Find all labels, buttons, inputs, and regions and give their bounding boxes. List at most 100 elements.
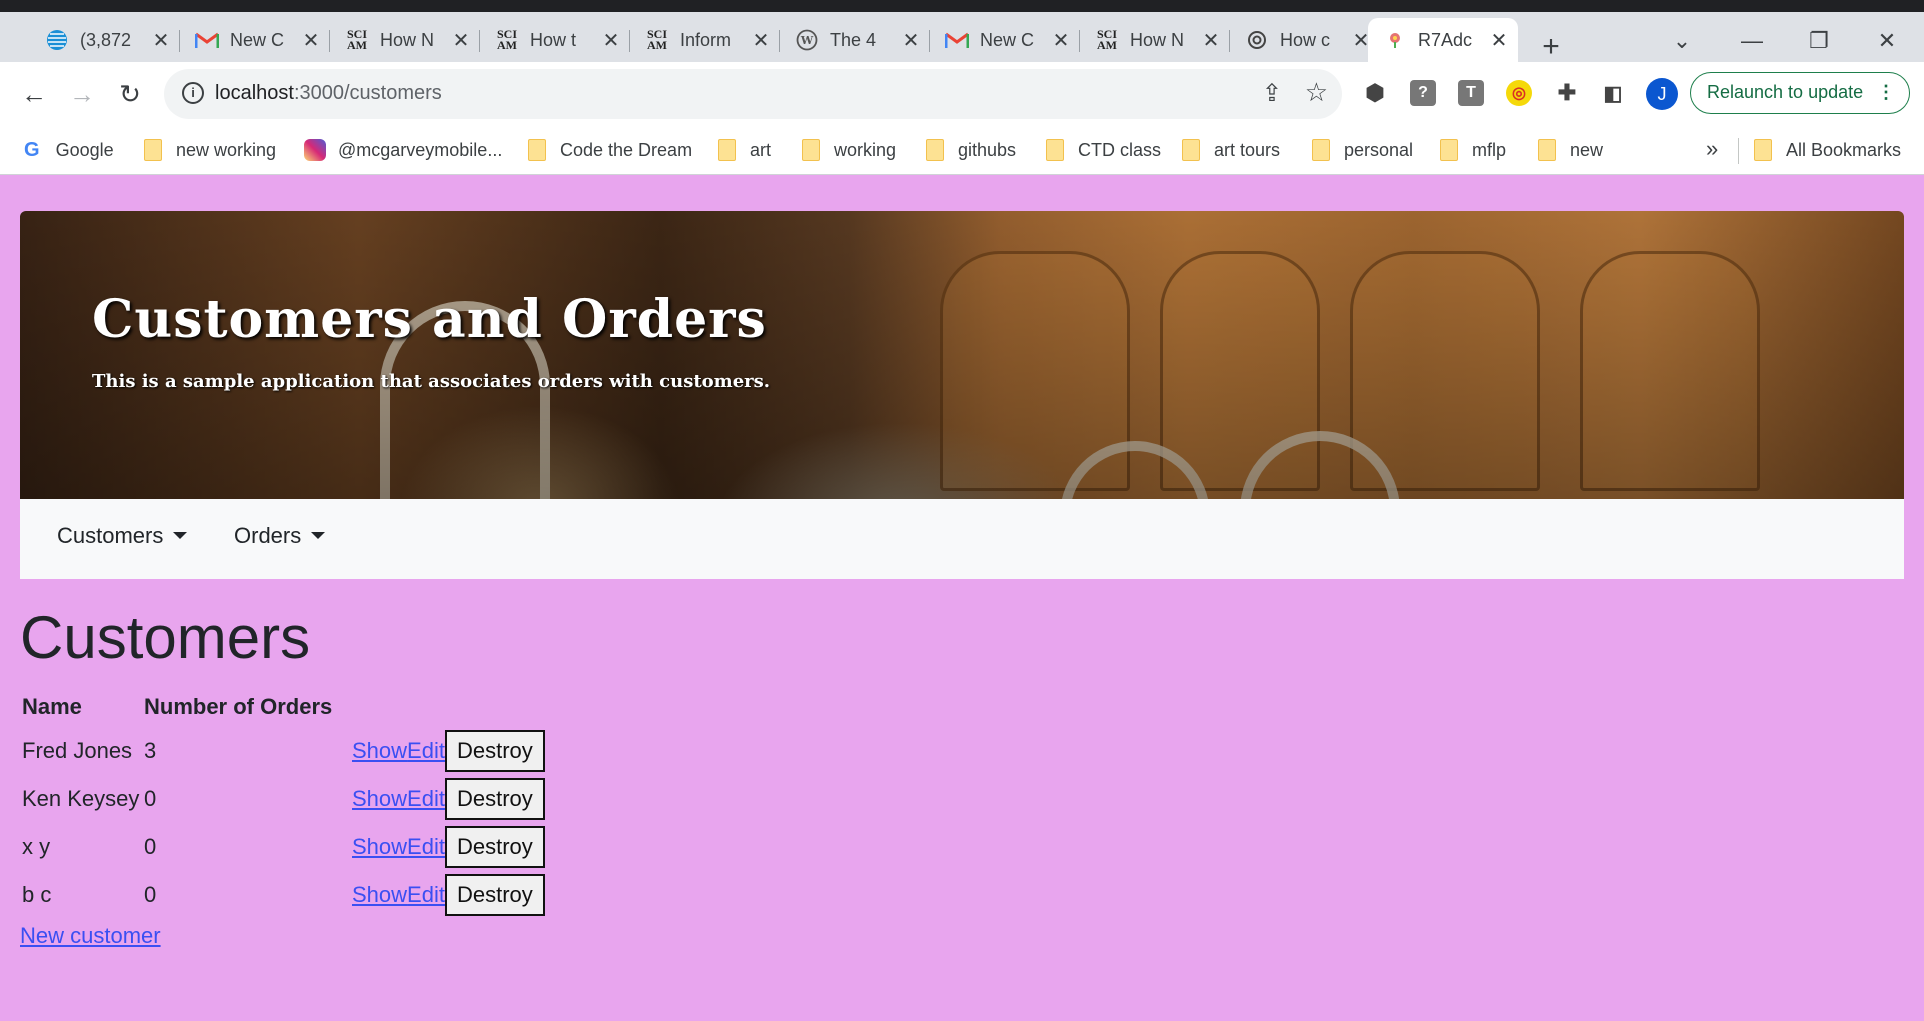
browser-chrome: (3,872 ✕ New C ✕ SCI AM How N ✕ SCI AM H…: [0, 0, 1924, 175]
browser-toolbar: ← → ↻ i localhost:3000/customers ⇪ ☆ ⬢ ?…: [0, 62, 1924, 126]
bookmark-folder[interactable]: art tours: [1182, 136, 1280, 164]
kebab-menu-icon[interactable]: ⋮: [1877, 73, 1895, 112]
site-info-icon[interactable]: i: [182, 82, 204, 104]
extensions-puzzle-icon[interactable]: ✚: [1554, 80, 1580, 106]
bookmark-folder[interactable]: personal: [1312, 136, 1413, 164]
bookmark-label: art tours: [1214, 139, 1281, 160]
restore-icon[interactable]: ❐: [1804, 28, 1834, 54]
folder-icon: [1754, 139, 1772, 161]
table-row: Ken Keysey 0 ShowEdit Destroy: [20, 775, 547, 823]
row-actions: ShowEdit Destroy: [350, 871, 547, 919]
browser-tab[interactable]: SCI AM How N ✕: [1080, 18, 1230, 62]
tab-title: How c: [1280, 29, 1331, 50]
close-tab-icon[interactable]: ✕: [150, 28, 172, 53]
browser-tab[interactable]: (3,872 ✕: [30, 18, 180, 62]
show-link[interactable]: Show: [352, 834, 407, 859]
nav-customers-dropdown[interactable]: Customers: [57, 523, 188, 549]
bookmark-label: Google: [55, 139, 114, 160]
bookmark-folder[interactable]: working: [802, 136, 896, 164]
active-browser-tab[interactable]: R7Adc ✕: [1368, 18, 1518, 62]
close-tab-icon[interactable]: ✕: [1488, 28, 1510, 53]
more-bookmarks-chevron-icon[interactable]: »: [1706, 136, 1718, 162]
tab-title: How N: [1130, 29, 1185, 50]
bookmark-folder[interactable]: new working: [144, 136, 276, 164]
openai-icon: [1244, 27, 1270, 53]
close-tab-icon[interactable]: ✕: [1050, 28, 1072, 53]
bookmarks-divider: [1738, 138, 1739, 164]
bookmark-star-icon[interactable]: ☆: [1305, 77, 1328, 108]
edit-link[interactable]: Edit: [407, 738, 445, 763]
bookmark-folder[interactable]: Code the Dream: [528, 136, 692, 164]
show-link[interactable]: Show: [352, 882, 407, 907]
bookmark-folder[interactable]: mflp: [1440, 136, 1506, 164]
browser-tab[interactable]: SCI AM How N ✕: [330, 18, 480, 62]
customer-name: Fred Jones: [22, 738, 133, 763]
table-row: x y 0 ShowEdit Destroy: [20, 823, 547, 871]
extension-help-icon[interactable]: ?: [1410, 80, 1436, 106]
browser-tab[interactable]: SCI AM How t ✕: [480, 18, 630, 62]
extension-ring-icon[interactable]: ◎: [1506, 80, 1532, 106]
extension-t-icon[interactable]: T: [1458, 80, 1484, 106]
bookmark-instagram[interactable]: @mcgarveymobile...: [304, 136, 502, 164]
relaunch-label: Relaunch to update: [1707, 82, 1864, 102]
bookmark-folder[interactable]: CTD class: [1046, 136, 1161, 164]
svg-text:W: W: [800, 34, 814, 47]
close-tab-icon[interactable]: ✕: [900, 28, 922, 53]
gmail-icon: [944, 27, 970, 53]
edit-link[interactable]: Edit: [407, 834, 445, 859]
close-window-icon[interactable]: ✕: [1872, 28, 1902, 54]
close-tab-icon[interactable]: ✕: [750, 28, 772, 53]
all-bookmarks-folder[interactable]: All Bookmarks: [1754, 136, 1901, 164]
edit-link[interactable]: Edit: [407, 882, 445, 907]
bookmark-folder[interactable]: art: [718, 136, 771, 164]
customers-table: Name Number of Orders Fred Jones 3 ShowE…: [20, 687, 547, 919]
close-tab-icon[interactable]: ✕: [450, 28, 472, 53]
wordpress-icon: W: [794, 27, 820, 53]
browser-tab[interactable]: SCI AM Inform ✕: [630, 18, 780, 62]
banner-shade: [20, 211, 1904, 499]
browser-tab[interactable]: W The 4 ✕: [780, 18, 930, 62]
relaunch-button[interactable]: Relaunch to update ⋮: [1690, 72, 1910, 114]
share-icon[interactable]: ⇪: [1262, 79, 1282, 108]
close-tab-icon[interactable]: ✕: [1200, 28, 1222, 53]
address-bar[interactable]: i localhost:3000/customers ⇪ ☆: [164, 69, 1342, 119]
bookmark-folder[interactable]: new: [1538, 136, 1603, 164]
side-panel-icon[interactable]: ◧: [1600, 80, 1626, 106]
edit-link[interactable]: Edit: [407, 786, 445, 811]
destroy-button[interactable]: Destroy: [444, 874, 545, 916]
browser-tab[interactable]: New C ✕: [930, 18, 1080, 62]
sciam-icon: SCI AM: [496, 27, 517, 52]
reload-icon[interactable]: ↻: [110, 74, 150, 114]
url-text[interactable]: localhost:3000/customers: [215, 82, 442, 105]
order-count: 0: [144, 786, 157, 811]
destroy-button[interactable]: Destroy: [444, 778, 545, 820]
back-arrow-icon[interactable]: ←: [14, 74, 54, 114]
forward-arrow-icon[interactable]: →: [62, 74, 102, 114]
destroy-button[interactable]: Destroy: [444, 730, 545, 772]
main-navbar: Customers Orders: [20, 499, 1904, 579]
browser-tab[interactable]: New C ✕: [180, 18, 330, 62]
show-link[interactable]: Show: [352, 786, 407, 811]
table-row: b c 0 ShowEdit Destroy: [20, 871, 547, 919]
close-tab-icon[interactable]: ✕: [300, 28, 322, 53]
bookmark-label: personal: [1344, 139, 1414, 160]
destroy-button[interactable]: Destroy: [444, 826, 545, 868]
folder-icon: [144, 139, 162, 161]
show-link[interactable]: Show: [352, 738, 407, 763]
bookmark-google[interactable]: G Google: [24, 136, 114, 164]
tab-search-chevron-icon[interactable]: ⌄: [1667, 28, 1697, 54]
bookmark-folder[interactable]: githubs: [926, 136, 1016, 164]
nav-orders-dropdown[interactable]: Orders: [234, 523, 326, 549]
browser-tab[interactable]: How c ✕: [1230, 18, 1380, 62]
profile-avatar[interactable]: J: [1646, 78, 1678, 110]
sciam-icon: SCI AM: [1096, 27, 1117, 52]
bookmark-label: @mcgarveymobile...: [338, 139, 503, 160]
new-tab-plus-icon[interactable]: +: [1536, 30, 1566, 64]
new-customer-link[interactable]: New customer: [20, 923, 161, 949]
google-icon: G: [24, 138, 40, 161]
site-title: Customers and Orders: [92, 289, 767, 350]
minimize-icon[interactable]: —: [1737, 28, 1767, 54]
close-tab-icon[interactable]: ✕: [600, 28, 622, 53]
page-content: Customers and Orders This is a sample ap…: [0, 175, 1924, 1021]
extension-hex-icon[interactable]: ⬢: [1362, 80, 1388, 106]
